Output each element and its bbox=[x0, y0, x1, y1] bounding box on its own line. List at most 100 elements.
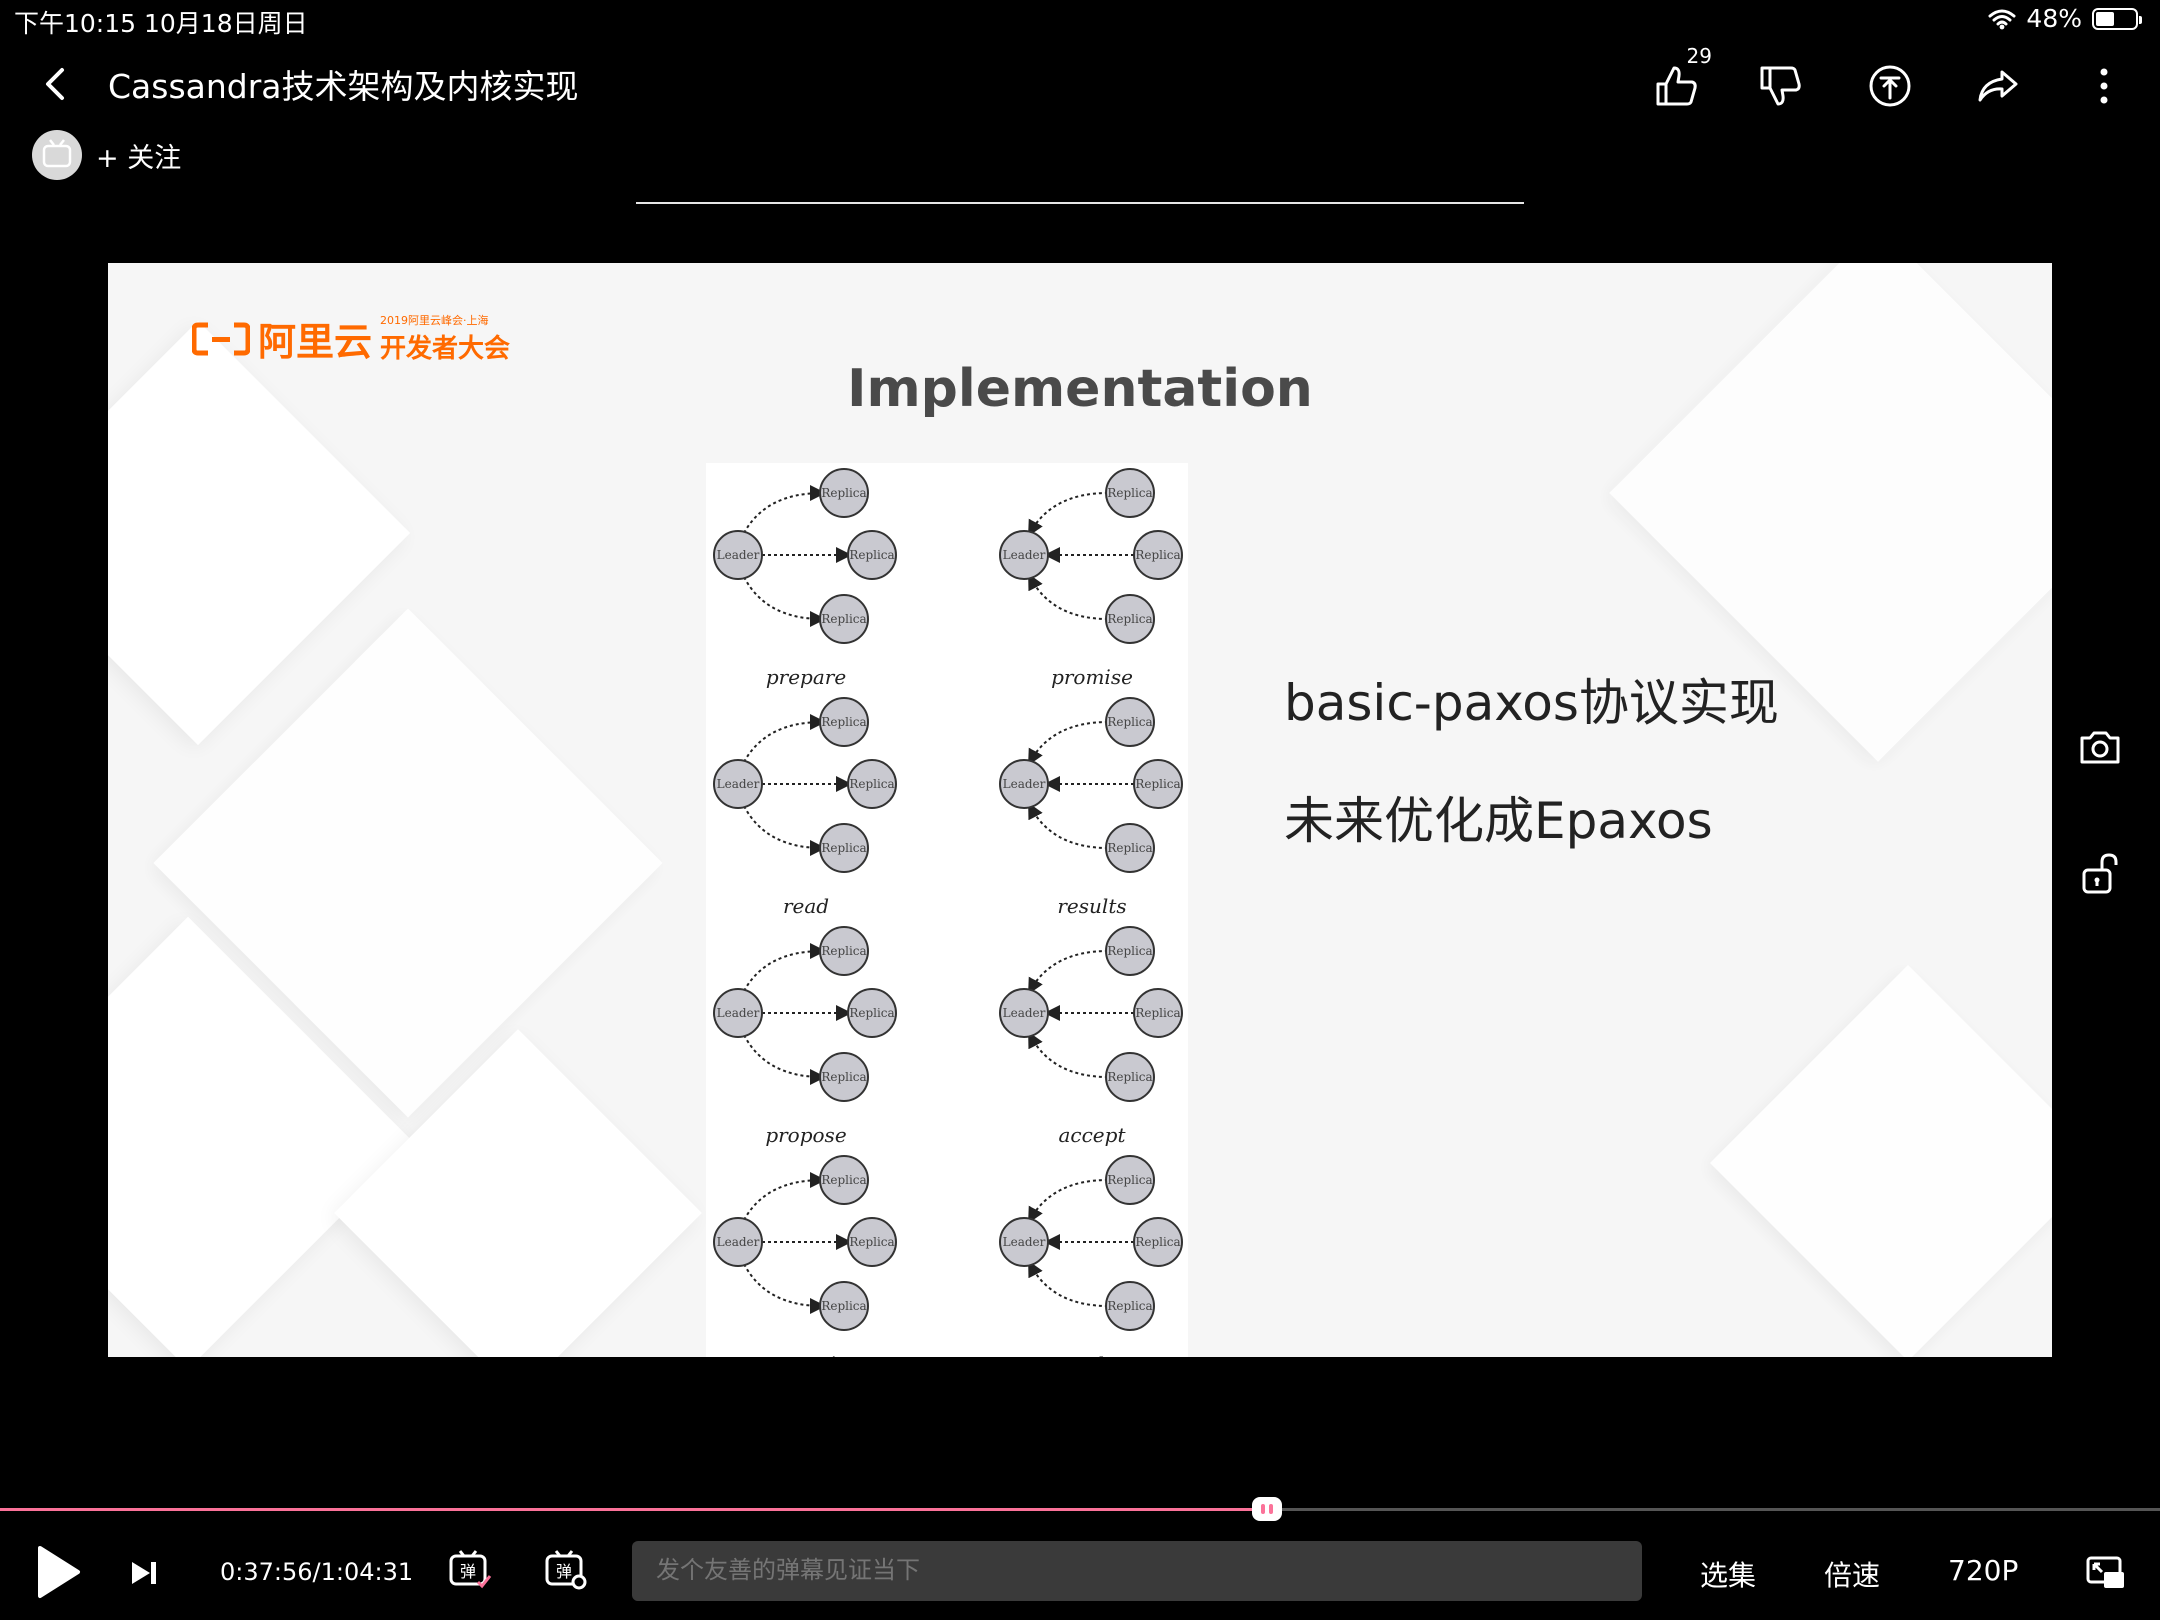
message-arrow bbox=[743, 485, 826, 534]
replica-label: Replica bbox=[1135, 777, 1180, 791]
thumbs-up-icon bbox=[1656, 66, 1697, 106]
paxos-diagram: Leader Replica Replica Replica propose bbox=[706, 921, 906, 1147]
diagram-label: promise bbox=[1051, 665, 1133, 689]
video-title: Cassandra技术架构及内核实现 bbox=[108, 67, 579, 106]
next-icon[interactable] bbox=[130, 1560, 158, 1586]
leader-label: Leader bbox=[717, 1235, 760, 1249]
speed-button[interactable]: 倍速 bbox=[1824, 1554, 1880, 1594]
paxos-diagram: Leader Replica Replica Replica accept bbox=[992, 921, 1192, 1147]
play-icon[interactable] bbox=[34, 1544, 82, 1600]
diagram-label: propose bbox=[765, 1123, 847, 1147]
more-button[interactable] bbox=[2076, 58, 2132, 114]
paxos-diagram-grid: Leader Replica Replica Replica prepare Leader… bbox=[706, 463, 1188, 1357]
thumbs-down-icon bbox=[1760, 66, 1801, 106]
progress-handle[interactable] bbox=[1252, 1497, 1283, 1521]
svg-text:弹: 弹 bbox=[460, 1562, 476, 1581]
chevron-left-icon[interactable] bbox=[36, 62, 76, 106]
diagram-label: commit bbox=[706, 1352, 906, 1357]
status-time-date: 下午10:15 10月18日周日 bbox=[14, 9, 308, 38]
paxos-diagram: Leader Replica Replica Replica prepare bbox=[706, 463, 906, 689]
paxos-message-flow: Leader Replica Replica Replica bbox=[999, 468, 1183, 644]
paxos-message-flow: Leader Replica Replica Replica bbox=[713, 468, 897, 644]
avatar[interactable] bbox=[32, 130, 82, 180]
leader-label: Leader bbox=[1003, 1006, 1046, 1020]
coin-icon bbox=[1869, 65, 1911, 107]
replica-label: Replica bbox=[821, 1173, 866, 1187]
episodes-button[interactable]: 选集 bbox=[1700, 1554, 1756, 1594]
message-arrow bbox=[743, 943, 826, 992]
paxos-message-flow: Leader Replica Replica Replica bbox=[999, 1155, 1183, 1331]
replica-label: Replica bbox=[821, 841, 866, 855]
leader-label: Leader bbox=[717, 777, 760, 791]
leader-label: Leader bbox=[717, 1006, 760, 1020]
share-button[interactable] bbox=[1970, 58, 2026, 114]
replica-label: Replica bbox=[1107, 486, 1152, 500]
paxos-diagram: Leader Replica Replica Replica read bbox=[706, 692, 906, 918]
battery-icon bbox=[2092, 7, 2142, 30]
video-frame-slide[interactable]: 阿里云 2019阿里云峰会·上海 开发者大会 Implementation Le… bbox=[108, 263, 2052, 1357]
timecode: 0:37:56/1:04:31 bbox=[220, 1558, 414, 1586]
message-arrow bbox=[1028, 721, 1109, 766]
paxos-diagram: Leader Replica Replica Replica commit bbox=[706, 1150, 906, 1357]
leader-label: Leader bbox=[1003, 1235, 1046, 1249]
dislike-button[interactable] bbox=[1752, 58, 1808, 114]
message-arrow bbox=[1028, 1179, 1109, 1224]
danmaku-input[interactable] bbox=[632, 1541, 1642, 1601]
replica-label: Replica bbox=[1107, 1070, 1152, 1084]
message-arrow bbox=[1028, 1260, 1109, 1307]
diagram-label: read bbox=[782, 894, 830, 918]
message-arrow bbox=[743, 1172, 826, 1221]
paxos-diagram: Leader Replica Replica Replica results bbox=[992, 692, 1192, 918]
replica-label: Replica bbox=[1135, 1235, 1180, 1249]
slide-title: Implementation bbox=[847, 359, 1313, 419]
message-arrow bbox=[1028, 573, 1109, 620]
message-arrow bbox=[743, 714, 826, 763]
replica-label: Replica bbox=[1107, 1173, 1152, 1187]
follow-button[interactable]: + 关注 bbox=[96, 136, 181, 175]
replica-label: Replica bbox=[1107, 841, 1152, 855]
replica-label: Replica bbox=[821, 612, 866, 626]
background-square bbox=[1710, 965, 2052, 1357]
replica-label: Replica bbox=[1135, 548, 1180, 562]
replica-label: Replica bbox=[1135, 1006, 1180, 1020]
coin-button[interactable] bbox=[1862, 58, 1918, 114]
message-arrow bbox=[743, 805, 826, 856]
replica-label: Replica bbox=[1107, 1299, 1152, 1313]
danmaku-on-icon[interactable]: 弹 bbox=[448, 1548, 492, 1592]
message-arrow bbox=[743, 1263, 826, 1314]
paxos-diagram: Leader Replica Replica Replica ack bbox=[992, 1150, 1192, 1357]
divider bbox=[636, 202, 1524, 204]
danmaku-settings-icon[interactable]: 弹 bbox=[544, 1548, 588, 1592]
diagram-label: accept bbox=[1058, 1123, 1126, 1147]
replica-label: Replica bbox=[821, 486, 866, 500]
camera-icon[interactable] bbox=[2076, 724, 2124, 772]
leader-label: Leader bbox=[1003, 548, 1046, 562]
quality-button[interactable]: 720P bbox=[1948, 1554, 2018, 1587]
logo-subtitle: 2019阿里云峰会·上海 开发者大会 bbox=[380, 312, 510, 365]
message-arrow bbox=[1028, 802, 1109, 849]
message-arrow bbox=[1028, 950, 1109, 995]
replica-label: Replica bbox=[1107, 612, 1152, 626]
message-arrow bbox=[743, 1034, 826, 1085]
unlock-icon[interactable] bbox=[2076, 850, 2124, 898]
replica-label: Replica bbox=[849, 1006, 894, 1020]
logo-text: 阿里云 bbox=[258, 320, 373, 364]
share-icon bbox=[1978, 70, 2018, 102]
leader-label: Leader bbox=[717, 548, 760, 562]
battery-percent: 48% bbox=[2026, 4, 2082, 33]
status-indicators: 48% bbox=[1988, 4, 2142, 33]
diagram-label: ack bbox=[992, 1352, 1192, 1357]
aliyun-bracket-icon bbox=[192, 322, 250, 355]
paxos-message-flow: Leader Replica Replica Replica bbox=[713, 926, 897, 1102]
wifi-icon bbox=[1988, 9, 2016, 29]
replica-label: Replica bbox=[849, 1235, 894, 1249]
replica-label: Replica bbox=[821, 715, 866, 729]
tv-mascot-icon bbox=[42, 139, 72, 168]
slide-bullet-2: 未来优化成Epaxos bbox=[1284, 792, 1713, 850]
logo-sub-small: 2019阿里云峰会·上海 bbox=[380, 314, 489, 327]
replica-label: Replica bbox=[849, 777, 894, 791]
replica-label: Replica bbox=[849, 548, 894, 562]
like-button[interactable]: 29 bbox=[1648, 44, 1712, 114]
picture-in-picture-icon[interactable] bbox=[2086, 1556, 2126, 1590]
aliyun-logo: 阿里云 2019阿里云峰会·上海 开发者大会 bbox=[192, 311, 510, 366]
